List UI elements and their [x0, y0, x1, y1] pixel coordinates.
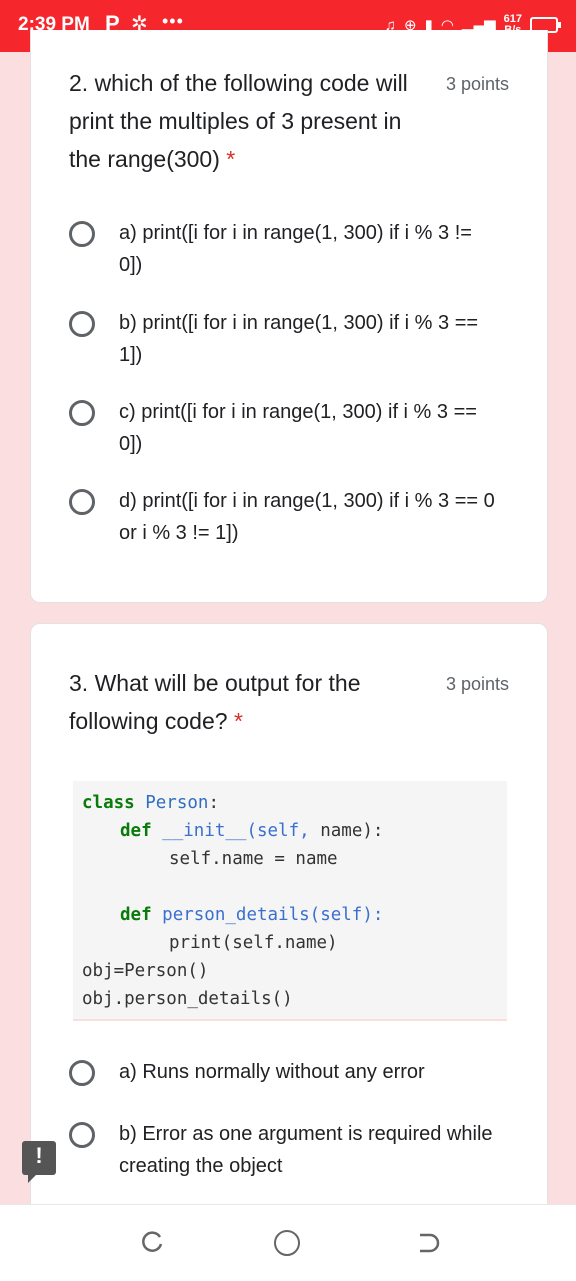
question-text: 2. which of the following code will prin… — [69, 70, 408, 172]
radio-button[interactable] — [69, 1122, 95, 1148]
option-a[interactable]: a) print([i for i in range(1, 300) if i … — [69, 217, 509, 281]
code-line: self.name = name — [169, 849, 338, 869]
code-line: obj=Person() — [82, 961, 209, 981]
question-title: 3. What will be output for the following… — [69, 664, 429, 740]
code-image: class Person: def __init__(self, name): … — [73, 781, 507, 1021]
navigation-bar — [0, 1204, 576, 1281]
option-d[interactable]: d) print([i for i in range(1, 300) if i … — [69, 485, 509, 549]
option-a[interactable]: a) Runs normally without any error — [69, 1056, 509, 1088]
option-label: d) print([i for i in range(1, 300) if i … — [119, 490, 495, 544]
code-line: obj.person_details() — [82, 989, 293, 1009]
question-card-3: 3. What will be output for the following… — [30, 623, 548, 1265]
points-label: 3 points — [445, 74, 509, 94]
back-icon[interactable] — [414, 1229, 442, 1257]
option-label: c) print([i for i in range(1, 300) if i … — [119, 401, 477, 455]
option-label: a) print([i for i in range(1, 300) if i … — [119, 222, 472, 276]
option-b[interactable]: b) Error as one argument is required whi… — [69, 1118, 509, 1182]
code-line: class Person: — [82, 793, 219, 813]
radio-button[interactable] — [69, 311, 95, 337]
radio-button[interactable] — [69, 489, 95, 515]
option-label: b) Error as one argument is required whi… — [119, 1123, 493, 1177]
option-b[interactable]: b) print([i for i in range(1, 300) if i … — [69, 307, 509, 371]
code-line: def __init__(self, name): — [120, 821, 384, 841]
option-label: a) Runs normally without any error — [119, 1061, 425, 1083]
recent-apps-icon[interactable] — [138, 1229, 166, 1257]
radio-button[interactable] — [69, 400, 95, 426]
question-card-2: 2. which of the following code will prin… — [30, 30, 548, 603]
code-line: def person_details(self): — [120, 905, 384, 925]
code-line: print(self.name) — [169, 933, 338, 953]
more-dots-icon: ••• — [162, 11, 184, 31]
question-text: 3. What will be output for the following… — [69, 670, 361, 734]
question-title: 2. which of the following code will prin… — [69, 64, 429, 178]
home-icon[interactable] — [274, 1230, 300, 1256]
points-label: 3 points — [445, 674, 509, 694]
required-mark: * — [226, 146, 236, 172]
option-label: b) print([i for i in range(1, 300) if i … — [119, 312, 479, 366]
option-c[interactable]: c) print([i for i in range(1, 300) if i … — [69, 396, 509, 460]
report-icon[interactable]: ! — [22, 1141, 56, 1183]
required-mark: * — [233, 708, 243, 734]
radio-button[interactable] — [69, 1060, 95, 1086]
radio-button[interactable] — [69, 221, 95, 247]
